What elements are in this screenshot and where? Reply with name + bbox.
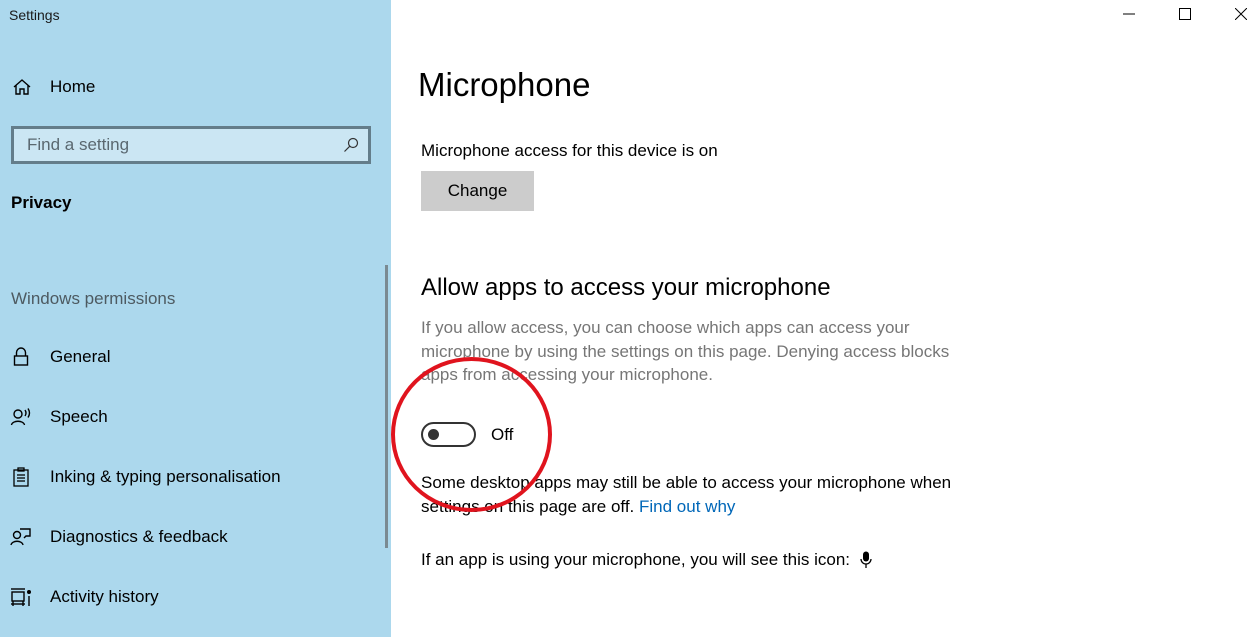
sidebar-home[interactable]: Home	[11, 74, 95, 100]
allow-apps-heading: Allow apps to access your microphone	[421, 274, 831, 301]
allow-apps-description: If you allow access, you can choose whic…	[421, 318, 950, 384]
app-title: Settings	[9, 7, 60, 23]
microphone-icon	[860, 551, 872, 569]
change-button[interactable]: Change	[421, 171, 534, 211]
sidebar-item-label: Inking & typing personalisation	[50, 467, 281, 486]
feedback-icon	[10, 526, 32, 548]
search-icon[interactable]	[342, 136, 360, 154]
find-out-why-link[interactable]: Find out why	[639, 497, 735, 516]
sidebar-item-label: Speech	[50, 407, 108, 426]
toggle-state-label: Off	[491, 424, 514, 444]
sidebar-scrollbar[interactable]	[385, 265, 388, 548]
icon-note-text: If an app is using your microphone, you …	[421, 550, 851, 569]
activity-history-icon	[10, 586, 32, 608]
search-input[interactable]	[27, 135, 342, 155]
sidebar-item-label: General	[50, 347, 111, 366]
sidebar-item-speech[interactable]: Speech	[10, 402, 108, 432]
group-windows-permissions: Windows permissions	[11, 289, 176, 308]
allow-apps-toggle-row: Off	[421, 422, 513, 447]
search-box[interactable]	[11, 126, 371, 164]
main-content: Microphone Microphone access for this de…	[391, 0, 1260, 637]
sidebar-item-activity-history[interactable]: Activity history	[10, 582, 159, 612]
clipboard-icon	[10, 466, 32, 488]
lock-icon	[10, 346, 32, 368]
toggle-knob	[428, 429, 439, 440]
sidebar: Settings Home Privacy Windows permission…	[0, 0, 391, 637]
section-privacy: Privacy	[11, 193, 72, 212]
allow-apps-toggle[interactable]	[421, 422, 476, 447]
sidebar-item-label: Diagnostics & feedback	[50, 527, 228, 546]
speech-icon	[10, 406, 32, 428]
desktop-apps-note: Some desktop apps may still be able to a…	[421, 471, 1001, 519]
page-title: Microphone	[418, 66, 591, 103]
home-icon	[11, 76, 33, 98]
sidebar-item-diagnostics[interactable]: Diagnostics & feedback	[10, 522, 228, 552]
icon-note: If an app is using your microphone, you …	[421, 550, 872, 570]
sidebar-item-inking-typing[interactable]: Inking & typing personalisation	[10, 462, 281, 492]
home-label: Home	[50, 77, 96, 96]
sidebar-item-general[interactable]: General	[10, 342, 110, 372]
sidebar-item-label: Activity history	[50, 587, 159, 606]
settings-window: Settings Home Privacy Windows permission…	[0, 0, 1260, 637]
device-access-status: Microphone access for this device is on	[421, 141, 718, 160]
